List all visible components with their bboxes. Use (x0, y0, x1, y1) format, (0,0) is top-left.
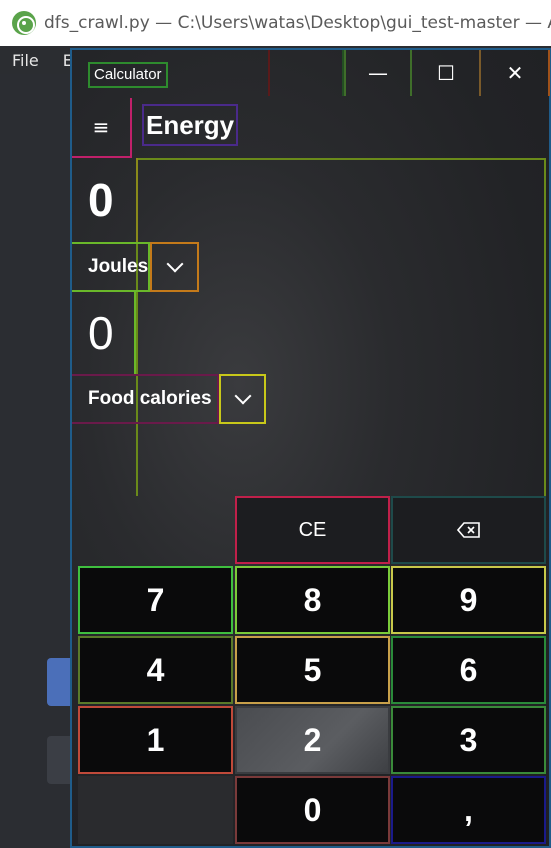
clear-entry-button[interactable]: CE (235, 496, 390, 564)
digit-4-button[interactable]: 4 (78, 636, 233, 704)
digit-8-button[interactable]: 8 (235, 566, 390, 634)
atom-menu-file[interactable]: File (0, 51, 51, 70)
calculator-window: Calculator — ☐ ✕ ≡ Energy 0 Joules 0 Foo… (70, 48, 551, 848)
calculator-title: Calculator (88, 62, 168, 88)
digit-6-button[interactable]: 6 (391, 636, 546, 704)
digit-0-button[interactable]: 0 (235, 776, 390, 844)
keypad: CE 7 8 9 4 5 6 1 2 3 0 , (78, 496, 548, 848)
minimize-button[interactable]: — (344, 50, 412, 96)
titlebar-divider (268, 50, 270, 96)
minimize-icon: — (368, 61, 388, 85)
atom-window-title: dfs_crawl.py — C:\Users\watas\Desktop\gu… (44, 13, 551, 33)
atom-logo-icon (12, 11, 36, 35)
hamburger-icon: ≡ (92, 115, 110, 139)
to-value-display[interactable]: 0 (72, 292, 136, 374)
digit-2-button[interactable]: 2 (235, 706, 390, 774)
atom-editor-area (0, 74, 72, 848)
from-unit-label[interactable]: Joules (72, 242, 150, 292)
close-button[interactable]: ✕ (482, 50, 550, 96)
digit-3-button[interactable]: 3 (391, 706, 546, 774)
maximize-icon: ☐ (437, 61, 455, 85)
digit-7-button[interactable]: 7 (78, 566, 233, 634)
backspace-icon (456, 522, 481, 538)
empty-key (78, 776, 233, 844)
backspace-button[interactable] (391, 496, 546, 564)
converter-display-area (136, 158, 546, 496)
from-unit-dropdown-button[interactable] (150, 242, 199, 292)
chevron-down-icon (234, 387, 251, 405)
digit-1-button[interactable]: 1 (78, 706, 233, 774)
calculator-titlebar: Calculator — ☐ ✕ (72, 50, 550, 96)
chevron-down-icon (166, 255, 183, 273)
digit-9-button[interactable]: 9 (391, 566, 546, 634)
atom-side-button-blue[interactable] (47, 658, 71, 706)
atom-side-button-grey[interactable] (47, 736, 71, 784)
decimal-separator-button[interactable]: , (391, 776, 546, 844)
to-unit-label[interactable]: Food calories (72, 374, 219, 424)
from-value-display[interactable]: 0 (72, 158, 138, 242)
close-icon: ✕ (506, 61, 524, 85)
calculator-header: ≡ Energy (72, 98, 549, 158)
digit-5-button[interactable]: 5 (235, 636, 390, 704)
navigation-menu-button[interactable]: ≡ (72, 98, 132, 158)
to-unit-dropdown-button[interactable] (219, 374, 266, 424)
maximize-button[interactable]: ☐ (413, 50, 481, 96)
mode-title: Energy (142, 104, 239, 146)
atom-titlebar: dfs_crawl.py — C:\Users\watas\Desktop\gu… (0, 0, 551, 46)
